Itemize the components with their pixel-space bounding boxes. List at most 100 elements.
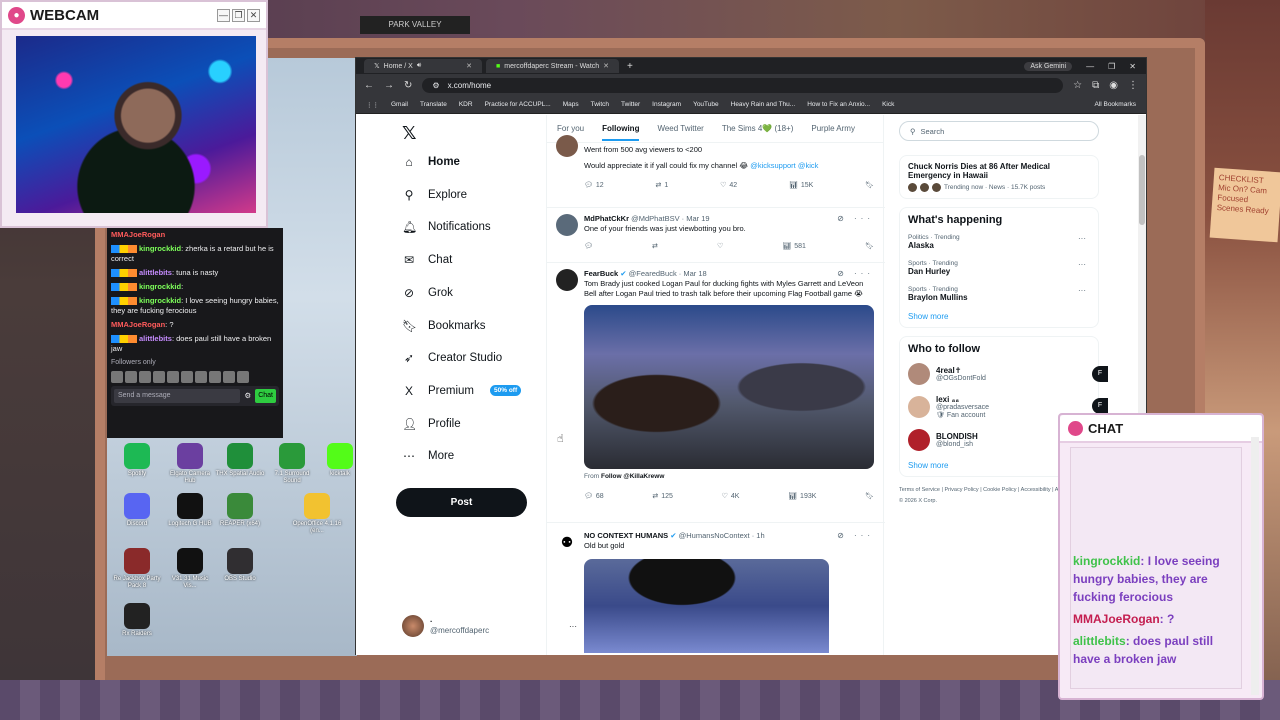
menu-icon[interactable]: ⋮ [1128, 80, 1138, 91]
trend-item[interactable]: Sports · Trending Dan Hurley ··· [908, 260, 1090, 276]
bookmark-icon[interactable]: 🔖︎ [865, 242, 874, 252]
reply-button[interactable]: 💬︎ 12 [584, 181, 604, 191]
profile-icon[interactable]: ◉ [1109, 80, 1118, 91]
top-trend[interactable]: Chuck Norris Dies at 86 After Medical Em… [899, 155, 1099, 199]
bookmark-item[interactable]: Twitch [591, 101, 609, 108]
chat-username[interactable]: MMAJoeRogan [111, 230, 165, 239]
reply-button[interactable]: 💬︎ 68 [584, 492, 604, 502]
tweet-handle[interactable]: @MdPhatBSV · Mar 19 [631, 214, 709, 223]
desktop-icon[interactable]: Logitech G HUB [165, 493, 215, 528]
restore-icon[interactable]: ❐ [1108, 62, 1115, 71]
desktop-icon[interactable]: Spotify [112, 443, 162, 478]
tweet-video[interactable] [584, 559, 829, 653]
like-button[interactable]: ♡ [717, 242, 723, 252]
tweet[interactable]: Went from 500 avg viewers to <200 Would … [547, 135, 885, 208]
settings-icon[interactable]: ⚙ [244, 391, 251, 401]
like-button[interactable]: ♡ 42 [720, 181, 737, 191]
more-icon[interactable]: ··· [1078, 234, 1086, 243]
chat-username[interactable]: kingrockkid [139, 296, 181, 305]
timeline-tab[interactable]: Following [602, 124, 640, 141]
nav-premium[interactable]: X Premium 50% off [402, 384, 522, 398]
star-icon[interactable]: ☆ [1073, 80, 1082, 91]
new-tab-button[interactable]: + [627, 61, 633, 72]
nav-chat[interactable]: ✉ Chat [402, 253, 452, 267]
desktop-icon[interactable]: Discord [112, 493, 162, 528]
ask-gemini-button[interactable]: Ask Gemini [1024, 61, 1073, 71]
bookmark-item[interactable]: Gmail [391, 101, 408, 108]
views-button[interactable]: 📊︎ 15K [789, 181, 813, 191]
tweet-video[interactable] [584, 305, 874, 469]
scrollbar[interactable] [1251, 437, 1259, 695]
desktop-icon[interactable]: THX Spatial Audio [215, 443, 265, 478]
forward-icon[interactable]: → [384, 80, 394, 91]
tweet-author[interactable]: FearBuck [584, 269, 618, 278]
views-button[interactable]: 📊︎ 193K [788, 492, 816, 502]
tweet-handle[interactable]: @HumansNoContext · 1h [679, 531, 765, 540]
desktop-icon[interactable]: 7.1 Surround Sound [267, 443, 317, 485]
tweet-handle[interactable]: @FearedBuck · Mar 18 [629, 269, 707, 278]
close-button[interactable]: ✕ [247, 8, 260, 22]
post-button[interactable]: Post [396, 488, 527, 517]
desktop-icon[interactable]: REAPER (x64) [215, 493, 265, 528]
chat-message-input[interactable]: Send a message [114, 389, 241, 403]
timeline-tab[interactable]: The Sims 4💚 (18+) [722, 124, 794, 133]
tab-home-x[interactable]: 𝕏 Home / X 🔊︎ ✕ [364, 59, 482, 73]
reload-icon[interactable]: ↻ [404, 80, 412, 91]
back-icon[interactable]: ← [364, 80, 374, 91]
maximize-button[interactable]: ❐ [232, 8, 245, 22]
tweet[interactable]: MdPhatCkKr @MdPhatBSV · Mar 19 ⊘ ··· One … [547, 208, 885, 263]
desktop-icon[interactable]: OBS Studio [215, 548, 265, 583]
repost-button[interactable]: ⇄ 1 [655, 181, 668, 191]
bookmark-item[interactable]: Heavy Rain and Thu... [731, 101, 796, 108]
repost-button[interactable]: ⇄ [652, 242, 658, 252]
more-icon[interactable]: ··· [1078, 260, 1086, 269]
nav-notifications[interactable]: 🔔︎ Notifications [402, 220, 491, 234]
timeline-tab[interactable]: For you [557, 124, 584, 133]
from-account-link[interactable]: Follow @KillaKreww [601, 473, 664, 480]
timeline-tab[interactable]: Weed Twitter [657, 124, 703, 133]
nav-bookmarks[interactable]: 🔖︎ Bookmarks [402, 319, 486, 333]
more-icon[interactable]: ⊘ ··· [837, 214, 874, 224]
tweet-mentions[interactable]: @kicksupport @kick [750, 161, 818, 170]
chat-username[interactable]: alittlebits [139, 334, 172, 343]
bookmark-icon[interactable]: 🔖︎ [865, 492, 874, 502]
bookmark-item[interactable]: How to Fix an Anxio... [807, 101, 870, 108]
nav-home[interactable]: ⌂ Home [402, 155, 460, 169]
tab-stream[interactable]: ■ mercoffdaperc Stream - Watch ✕ [486, 59, 620, 73]
tweet[interactable]: ⚉ NO CONTEXT HUMANS ✔ @HumansNoContext ·… [547, 523, 885, 655]
site-info-icon[interactable]: ⚙ [432, 81, 439, 90]
close-tab-icon[interactable]: ✕ [466, 62, 472, 70]
bookmark-item[interactable]: Kick [882, 101, 894, 108]
bookmark-item[interactable]: KDR [459, 101, 473, 108]
chat-username[interactable]: kingrockkid [139, 282, 181, 291]
trend-item[interactable]: Sports · Trending Braylon Mullins ··· [908, 286, 1090, 302]
show-more-link[interactable]: Show more [908, 312, 1090, 321]
all-bookmarks-button[interactable]: All Bookmarks [1094, 101, 1136, 108]
timeline-tab[interactable]: Purple Army [811, 124, 855, 133]
desktop-icon[interactable]: Rx Raiders [112, 603, 162, 638]
desktop-icon[interactable]: Elgato Camera Hub [165, 443, 215, 485]
search-input[interactable]: ⚲ Search [899, 121, 1099, 141]
like-button[interactable]: ♡ 4K [722, 492, 740, 502]
chat-username[interactable]: alittlebits [139, 268, 172, 277]
tweet[interactable]: FearBuck ✔ @FearedBuck · Mar 18 ⊘ ··· Tom… [547, 263, 885, 523]
follow-button[interactable]: F [1092, 398, 1108, 414]
bookmark-item[interactable]: YouTube [693, 101, 719, 108]
bookmark-item[interactable]: Maps [563, 101, 579, 108]
x-logo-icon[interactable]: 𝕏 [402, 123, 417, 144]
close-icon[interactable]: ✕ [1129, 62, 1136, 71]
follow-button[interactable]: F [1092, 366, 1108, 382]
apps-icon[interactable]: ⋮⋮ [366, 101, 379, 109]
close-tab-icon[interactable]: ✕ [603, 62, 609, 70]
desktop-icon[interactable]: V31 31 Music Vis... [165, 548, 215, 590]
bookmark-item[interactable]: Practice for ACCUPL... [485, 101, 551, 108]
follow-suggestion[interactable]: 4real✝ @OGsDontFold F [908, 363, 1108, 385]
minimize-icon[interactable]: — [1086, 62, 1094, 71]
desktop-icon[interactable]: OpenOffice 4.1.16 (en... [292, 493, 342, 535]
emote-row[interactable] [111, 371, 279, 383]
nav-grok[interactable]: ⊘ Grok [402, 286, 453, 300]
url-field[interactable]: ⚙ x.com/home [422, 77, 1064, 93]
bookmark-item[interactable]: Instagram [652, 101, 681, 108]
nav-creator-studio[interactable]: ➶ Creator Studio [402, 351, 502, 365]
more-icon[interactable]: ⊘ ··· [837, 531, 874, 541]
